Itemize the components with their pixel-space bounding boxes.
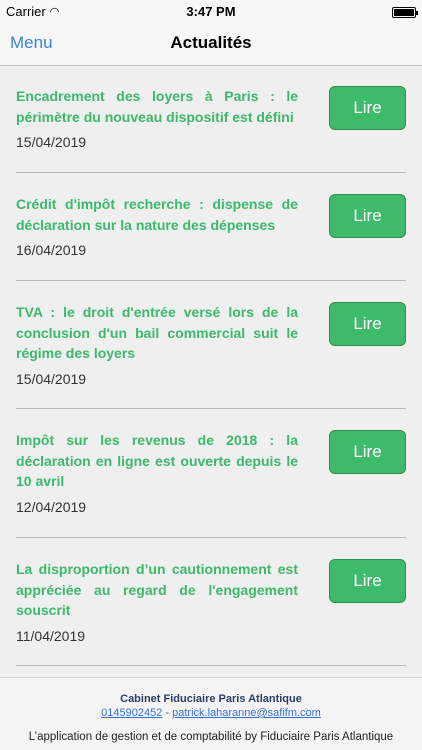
lire-button[interactable]: Lire (329, 302, 406, 346)
article-title[interactable]: TVA : le droit d'entrée versé lors de la… (16, 302, 298, 364)
footer: Cabinet Fiduciaire Paris Atlantique 0145… (0, 677, 422, 750)
lire-button[interactable]: Lire (329, 194, 406, 238)
divider (16, 408, 406, 409)
phone-link[interactable]: 0145902452 (101, 707, 162, 719)
divider (16, 172, 406, 173)
article-title[interactable]: Crédit d'impôt recherche : dispense de d… (16, 194, 298, 235)
article-date: 15/04/2019 (16, 371, 87, 387)
lire-button[interactable]: Lire (329, 430, 406, 474)
article-date: 11/04/2019 (16, 628, 86, 644)
footer-tagline: L’application de gestion et de comptabil… (28, 731, 394, 743)
divider (16, 537, 406, 538)
article-title[interactable]: La disproportion d’un cautionnement est … (16, 559, 298, 621)
divider (16, 665, 406, 666)
page-title: Actualités (170, 33, 252, 52)
email-link[interactable]: patrick.laharanne@safifm.com (172, 707, 321, 719)
divider (16, 280, 406, 281)
contact-separator: - (162, 707, 173, 719)
article-title[interactable]: Impôt sur les revenus de 2018 : la décla… (16, 430, 298, 492)
article-date: 12/04/2019 (16, 499, 87, 515)
battery-icon (392, 7, 418, 19)
status-bar: Carrier ◠ 3:47 PM (0, 0, 422, 22)
status-right (392, 4, 418, 19)
status-time: 3:47 PM (186, 4, 236, 19)
article-date: 16/04/2019 (16, 242, 87, 258)
lire-button[interactable]: Lire (329, 86, 406, 130)
navigation-bar: Menu Actualités (0, 22, 422, 66)
article-title[interactable]: Encadrement des loyers à Paris : le péri… (16, 86, 298, 127)
lire-button[interactable]: Lire (329, 559, 406, 603)
footer-contact: 0145902452 - patrick.laharanne@safifm.co… (0, 707, 422, 719)
footer-company: Cabinet Fiduciaire Paris Atlantique (120, 693, 302, 705)
article-date: 15/04/2019 (16, 134, 87, 150)
